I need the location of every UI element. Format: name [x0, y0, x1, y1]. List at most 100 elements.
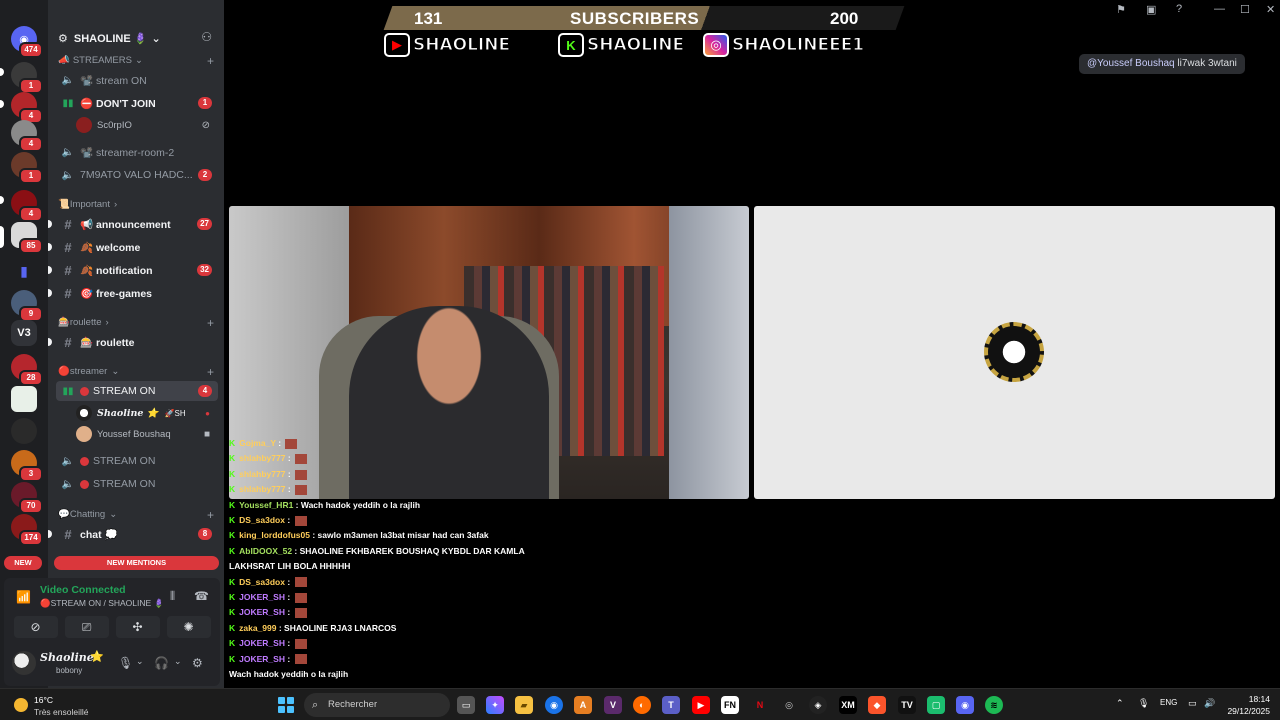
add-member-icon[interactable]: ⚇	[201, 30, 212, 44]
help-icon[interactable]: ?	[1176, 3, 1182, 15]
chevron-up-icon[interactable]: ⌃	[1116, 698, 1124, 709]
inbox-icon[interactable]: ▣	[1146, 3, 1156, 16]
server-header[interactable]: ⚙ SHAOLINE 🪻 ⌄ ⚇	[48, 24, 224, 52]
server-icon[interactable]: 1	[11, 62, 43, 94]
soundboard-button[interactable]: ✺	[166, 616, 211, 638]
file-explorer-icon[interactable]: ▰	[515, 696, 533, 714]
microphone-tray-icon[interactable]: 🎙	[1138, 698, 1149, 709]
disconnect-icon[interactable]: ☎	[194, 589, 209, 603]
mention-toast[interactable]: @Youssef Boushaq li7wak 3wtani	[1079, 54, 1245, 74]
close-icon[interactable]: ✕	[1266, 3, 1275, 16]
discord-home-icon[interactable]: ◉ 474	[11, 26, 43, 58]
server-icon[interactable]: 9	[11, 290, 43, 322]
network-icon[interactable]: ▭	[1188, 698, 1197, 709]
folder-icon[interactable]: ▮	[11, 258, 37, 284]
chevron-down-icon[interactable]: ⌄	[174, 656, 182, 667]
activities-button[interactable]: ✣	[115, 616, 160, 638]
spotify-icon[interactable]: ≋	[985, 696, 1003, 714]
task-view-icon[interactable]: ▭	[457, 696, 475, 714]
category-streamer[interactable]: 🔴streamer ⌄ +	[58, 365, 218, 379]
server-icon[interactable]	[11, 386, 37, 412]
channel-dont-join[interactable]: ▮▮ ⛔ DON'T JOIN 1	[56, 93, 218, 113]
server-icon[interactable]	[11, 418, 37, 444]
noise-suppression-icon[interactable]: ⫴	[170, 589, 175, 604]
channel-stream-on-2[interactable]: 🔈 STREAM ON	[56, 451, 218, 471]
category-chatting[interactable]: 💬Chatting ⌄ +	[58, 508, 218, 522]
server-icon[interactable]: 174	[11, 514, 43, 546]
minimize-icon[interactable]: —	[1214, 3, 1225, 15]
windows-start-icon[interactable]	[278, 697, 294, 713]
channel-stream-on[interactable]: 🔈 📽️ stream ON	[56, 70, 218, 90]
server-icon[interactable]: 1	[11, 152, 43, 184]
chat-text: SHAOLINE RJA3 LNARCOS	[284, 622, 397, 633]
headphones-icon[interactable]: 🎧	[154, 656, 169, 670]
screen-share-tile[interactable]	[754, 206, 1275, 499]
screen-share-button[interactable]: ⎚	[64, 616, 109, 638]
avatar[interactable]	[12, 651, 36, 675]
server-icon[interactable]: 3	[11, 450, 43, 482]
server-icon[interactable]: 28	[11, 354, 43, 386]
category-roulette[interactable]: 🎰roulette › +	[58, 316, 218, 330]
app-icon[interactable]: V	[604, 696, 622, 714]
channel-roulette[interactable]: # 🎰 roulette	[56, 332, 218, 352]
firefox-icon[interactable]: ◐	[633, 696, 651, 714]
category-streamers[interactable]: 📣 STREAMERS ⌄ +	[58, 54, 218, 68]
server-icon[interactable]: 4	[11, 92, 43, 124]
camera-off-button[interactable]: ⊘	[13, 616, 58, 638]
system-clock[interactable]: 18:14 29/12/2025	[1226, 693, 1270, 717]
category-important[interactable]: 📜Important ›	[58, 199, 218, 210]
chrome-icon[interactable]: ◉	[545, 696, 563, 714]
xm-icon[interactable]: XM	[839, 696, 857, 714]
app-icon[interactable]: A	[574, 696, 592, 714]
app-icon[interactable]: ◈	[809, 696, 827, 714]
flag-icon[interactable]: ⚑	[1116, 3, 1126, 16]
channel-streamer-room-2[interactable]: 🔈 📽️ streamer-room-2	[56, 142, 218, 162]
voice-member-shaoline[interactable]: Shaoline ⭐ 🚀SH ●	[76, 403, 216, 423]
add-channel-icon[interactable]: +	[207, 316, 214, 330]
microphone-icon[interactable]: 🎙	[118, 656, 133, 670]
taskbar-search[interactable]: ⌕ Rechercher	[304, 693, 450, 717]
settings-gear-icon[interactable]: ⚙	[192, 656, 203, 670]
channel-stream-on-3[interactable]: 🔈 STREAM ON	[56, 474, 218, 494]
voice-channel-name[interactable]: 🔴STREAM ON / SHAOLINE 🪻	[40, 598, 164, 609]
channel-chat[interactable]: # chat 💭 8	[56, 524, 218, 544]
new-mentions-pill[interactable]: NEW MENTIONS	[54, 556, 219, 570]
youtube-app-icon[interactable]: ▶	[692, 696, 710, 714]
channel-welcome[interactable]: # 🍂 welcome	[56, 237, 218, 257]
star-badge: ⭐	[90, 651, 104, 663]
username[interactable]: Shaoline	[40, 651, 94, 664]
brave-icon[interactable]: ◆	[868, 696, 886, 714]
server-icon[interactable]: 4	[11, 190, 43, 222]
channel-notification[interactable]: # 🍂 notification 32	[56, 260, 218, 280]
voice-member-youssef[interactable]: Youssef Boushaq ■	[76, 424, 216, 444]
steam-icon[interactable]: ◎	[780, 696, 798, 714]
channel-valo[interactable]: 🔈 7M9ATO VALO HADC... 2	[56, 165, 218, 185]
channel-free-games[interactable]: # 🎯 free-games	[56, 283, 218, 303]
add-channel-icon[interactable]: +	[207, 54, 214, 68]
server-icon[interactable]: 70	[11, 482, 43, 514]
teams-icon[interactable]: T	[662, 696, 680, 714]
copilot-icon[interactable]: ✦	[486, 696, 504, 714]
avatar	[76, 426, 92, 442]
volume-icon[interactable]: 🔊	[1204, 698, 1215, 709]
app-icon[interactable]: ▢	[927, 696, 945, 714]
server-icon[interactable]: 4	[11, 120, 43, 152]
server-icon-v3[interactable]: V3	[11, 320, 37, 346]
channel-stream-on-active[interactable]: ▮▮ STREAM ON 4	[56, 381, 218, 401]
signal-icon[interactable]: 📶	[16, 590, 31, 604]
add-channel-icon[interactable]: +	[207, 508, 214, 522]
server-icon-small: ⚙	[58, 32, 68, 45]
new-pill[interactable]: NEW	[4, 556, 42, 570]
language-indicator[interactable]: ENG	[1160, 698, 1177, 707]
discord-taskbar-icon[interactable]: ◉	[956, 696, 974, 714]
voice-member[interactable]: Sc0rpIO ⊘	[76, 115, 216, 135]
channel-announcement[interactable]: # 📢 announcement 27	[56, 214, 218, 234]
maximize-icon[interactable]: ☐	[1240, 3, 1250, 16]
selected-pill	[0, 226, 4, 248]
netflix-icon[interactable]: N	[751, 696, 769, 714]
app-icon-fn[interactable]: FN	[721, 696, 739, 714]
server-icon-shaoline[interactable]: 85	[11, 222, 43, 254]
chevron-down-icon[interactable]: ⌄	[136, 656, 144, 667]
add-channel-icon[interactable]: +	[207, 365, 214, 379]
tradingview-icon[interactable]: TV	[898, 696, 916, 714]
